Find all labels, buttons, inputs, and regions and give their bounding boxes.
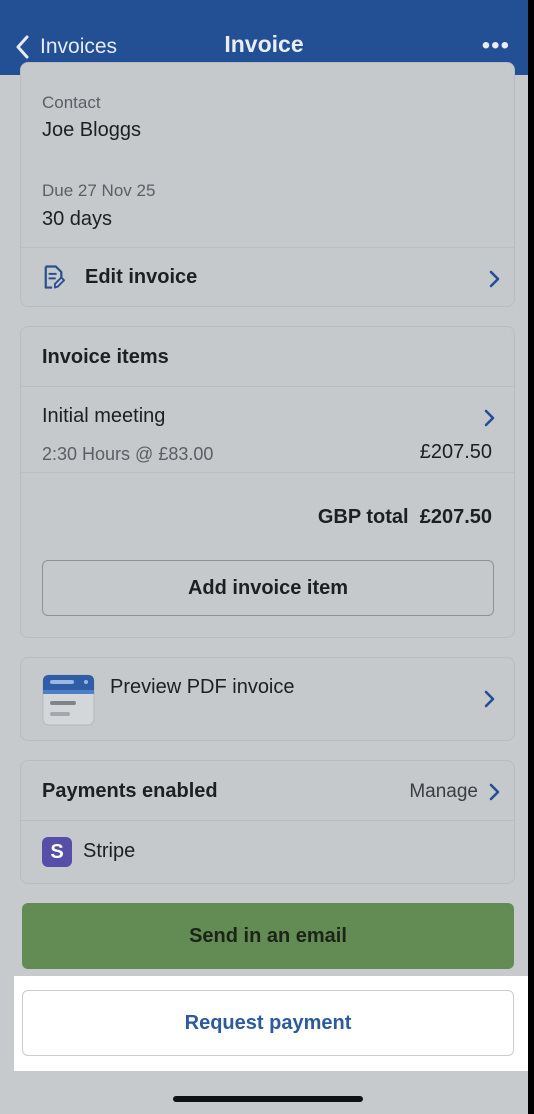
total-label: GBP total <box>317 506 409 528</box>
divider <box>21 472 514 473</box>
item-detail: 2:30 Hours @ £83.00 <box>42 444 214 464</box>
preview-pdf-card[interactable]: Preview PDF invoice <box>20 657 515 741</box>
chevron-right-icon <box>484 409 495 427</box>
item-name: Initial meeting <box>42 405 166 427</box>
chevron-right-icon <box>489 783 500 801</box>
divider <box>21 820 514 821</box>
edit-document-icon <box>44 265 65 289</box>
edit-invoice-label: Edit invoice <box>85 266 198 288</box>
screen: Invoices Invoice ••• Contact Joe Bloggs … <box>0 0 528 1114</box>
payment-terms-value: 30 days <box>42 208 113 230</box>
stripe-logo-icon: S <box>42 837 72 867</box>
payments-enabled-heading: Payments enabled <box>42 780 218 802</box>
pdf-preview-icon <box>42 674 95 726</box>
add-invoice-item-button[interactable]: Add invoice item <box>42 560 494 616</box>
manage-label: Manage <box>409 781 478 802</box>
edit-invoice-row[interactable]: Edit invoice <box>21 248 514 306</box>
manage-payments-link[interactable]: Manage <box>409 779 500 805</box>
more-options-icon[interactable]: ••• <box>482 34 510 58</box>
chevron-right-icon <box>489 270 500 288</box>
payments-card: Payments enabled Manage S Stripe <box>20 760 515 884</box>
gbp-total-label: GBP total £207.50 <box>318 506 492 529</box>
contact-label: Contact <box>42 93 101 112</box>
stripe-label: Stripe <box>83 840 136 862</box>
page-title: Invoice <box>224 31 304 57</box>
invoice-item-row[interactable]: Initial meeting 2:30 Hours @ £83.00 £207… <box>21 387 514 472</box>
request-payment-highlight: Request payment <box>14 976 528 1071</box>
invoice-details-card: Contact Joe Bloggs Due 27 Nov 25 30 days… <box>20 62 515 307</box>
request-payment-button[interactable]: Request payment <box>22 990 514 1056</box>
due-date-label: Due 27 Nov 25 <box>42 181 156 200</box>
home-indicator <box>173 1096 363 1102</box>
preview-pdf-label: Preview PDF invoice <box>110 676 295 698</box>
invoice-items-card: Invoice items Initial meeting 2:30 Hours… <box>20 326 515 638</box>
item-amount: £207.50 <box>419 441 492 463</box>
total-value: £207.50 <box>419 506 492 528</box>
chevron-right-icon <box>484 690 495 708</box>
send-email-button[interactable]: Send in an email <box>22 903 514 969</box>
invoice-items-heading: Invoice items <box>42 346 169 368</box>
contact-value: Joe Bloggs <box>42 119 141 141</box>
